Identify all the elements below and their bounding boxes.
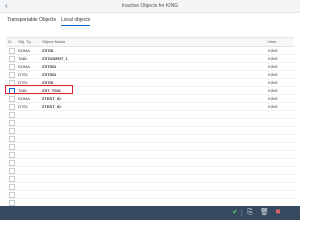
table-row[interactable]: DOMA ZSTSID KING [6, 63, 294, 71]
object-type-cell: DOMA [18, 48, 30, 53]
row-checkbox[interactable] [9, 160, 15, 166]
table-row[interactable]: DOMA ZTEST_ID KING [6, 95, 294, 103]
object-type-cell: DOMA [18, 96, 30, 101]
object-type-cell: DTEL [18, 72, 29, 77]
tab-bar: Transportable Objects Local objects [0, 13, 300, 27]
object-name-cell: ZSTID [42, 48, 54, 53]
row-checkbox[interactable] [9, 128, 15, 134]
row-checkbox[interactable] [9, 64, 15, 70]
object-name-cell: ZSTUDENT_1 [42, 56, 68, 61]
row-checkbox[interactable] [9, 168, 15, 174]
row-checkbox[interactable] [9, 152, 15, 158]
table-row[interactable] [6, 111, 294, 119]
tab-local-objects[interactable]: Local objects [61, 17, 91, 26]
column-header-type[interactable]: Obj. Ty... [18, 39, 34, 45]
object-name-cell: ZSTSID [42, 72, 57, 77]
user-cell: KING [268, 64, 278, 69]
row-checkbox[interactable] [9, 112, 15, 118]
object-type-cell: DTEL [18, 104, 29, 109]
tab-transportable-objects[interactable]: Transportable Objects [7, 17, 56, 25]
object-type-cell: TABL [18, 56, 28, 61]
user-cell: KING [268, 80, 278, 85]
user-cell: KING [268, 104, 278, 109]
row-checkbox[interactable] [9, 72, 15, 78]
user-cell: KING [268, 96, 278, 101]
table-row[interactable]: DTEL ZTEST_ID KING [6, 103, 294, 111]
cancel-button[interactable]: ✖ [274, 209, 282, 217]
window-title: Inactive Objects for KING [121, 3, 179, 9]
table-row[interactable] [6, 151, 294, 159]
user-cell: KING [268, 72, 278, 77]
user-cell: KING [268, 48, 278, 53]
row-checkbox[interactable] [9, 104, 15, 110]
toolbar-separator [241, 210, 242, 216]
object-name-cell: ZSTSID [42, 64, 57, 69]
delete-button[interactable]: 🗑 [260, 209, 269, 217]
user-cell: KING [268, 88, 278, 93]
objects-table: O.. Obj. Ty... Object Name User DOMA ZSTI… [6, 37, 294, 207]
table-header: O.. Obj. Ty... Object Name User [6, 38, 294, 47]
row-checkbox[interactable] [9, 48, 15, 54]
table-row[interactable] [6, 183, 294, 191]
copy-button[interactable]: ⎘ [246, 209, 254, 217]
column-header-name[interactable]: Object Name [42, 39, 65, 45]
table-row[interactable] [6, 191, 294, 199]
table-row[interactable]: DOMA ZSTID KING [6, 47, 294, 55]
row-checkbox[interactable] [9, 56, 15, 62]
object-type-cell: DOMA [18, 64, 30, 69]
title-bar: ‹ Inactive Objects for KING [0, 0, 300, 13]
row-checkbox[interactable] [9, 144, 15, 150]
row-checkbox[interactable] [9, 120, 15, 126]
table-row[interactable] [6, 159, 294, 167]
table-row[interactable] [6, 175, 294, 183]
table-row[interactable] [6, 143, 294, 151]
row-checkbox[interactable] [9, 184, 15, 190]
footer-toolbar: ✔ ⎘ 🗑 ✖ [0, 206, 300, 220]
row-checkbox[interactable] [9, 192, 15, 198]
table-row[interactable] [6, 167, 294, 175]
row-checkbox[interactable] [9, 96, 15, 102]
column-header-check[interactable]: O.. [8, 39, 13, 45]
object-name-cell: ZTEST_ID [42, 96, 61, 101]
column-header-user[interactable]: User [268, 39, 276, 45]
table-row[interactable]: TABL ZSTUDENT_1 KING [6, 55, 294, 63]
table-row[interactable] [6, 135, 294, 143]
row-checkbox[interactable] [9, 136, 15, 142]
table-row[interactable] [6, 127, 294, 135]
object-name-cell: ZTEST_ID [42, 104, 61, 109]
activate-button[interactable]: ✔ [231, 209, 239, 217]
table-row[interactable] [6, 119, 294, 127]
table-row[interactable]: DTEL ZSTSID KING [6, 71, 294, 79]
table-body: DOMA ZSTID KING TABL ZSTUDENT_1 KING DOMA ZSTSI… [6, 47, 294, 207]
user-cell: KING [268, 56, 278, 61]
row-checkbox[interactable] [9, 176, 15, 182]
selection-highlight-box [5, 85, 73, 94]
